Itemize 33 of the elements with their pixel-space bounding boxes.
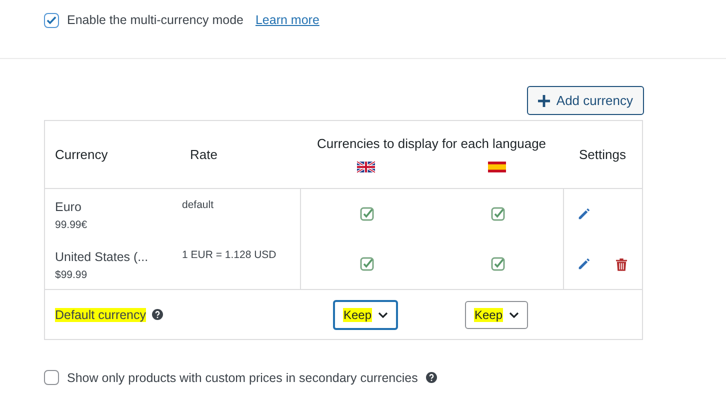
plus-icon <box>538 94 550 106</box>
checkbox-icon[interactable] <box>360 257 374 271</box>
checkbox-label: Enable the multi-currency mode <box>67 13 244 27</box>
flag-icon <box>488 161 506 173</box>
price-example: 99.99€ <box>55 219 88 231</box>
currency-select[interactable]: Keep <box>333 300 398 330</box>
currency-name: Euro <box>55 200 82 214</box>
checkbox-icon[interactable] <box>360 207 374 221</box>
checkbox-icon[interactable] <box>490 257 504 271</box>
price-example: $99.99 <box>55 269 88 281</box>
checkbox[interactable] <box>44 12 59 28</box>
chevron-icon <box>378 312 388 318</box>
trash-icon[interactable] <box>616 258 627 270</box>
column-header: Currency <box>55 147 108 162</box>
default-currency-label: Default currency <box>55 308 146 322</box>
pencil-icon[interactable] <box>577 208 590 220</box>
learn-more-link[interactable]: Learn more <box>255 13 320 27</box>
column-header: Settings <box>579 147 626 162</box>
checkbox[interactable] <box>44 370 59 385</box>
chevron-icon <box>508 312 519 318</box>
flag-icon <box>356 161 374 173</box>
add-currency-button[interactable]: Add currency <box>527 86 644 115</box>
column-header: Currencies to display for each language <box>316 136 546 151</box>
pencil-icon[interactable] <box>577 258 590 270</box>
rate-text: default <box>182 199 214 211</box>
currency-select[interactable]: Keep <box>465 300 528 328</box>
column-header: Rate <box>190 147 218 162</box>
checkbox-icon[interactable] <box>490 207 504 221</box>
help-icon[interactable] <box>152 309 164 320</box>
currency-name: United States (... <box>55 250 150 264</box>
help-icon[interactable] <box>426 372 437 383</box>
checkbox-label: Show only products with custom prices in secondary currencies <box>67 370 418 384</box>
rate-text: 1 EUR = 1.128 USD <box>182 249 276 261</box>
